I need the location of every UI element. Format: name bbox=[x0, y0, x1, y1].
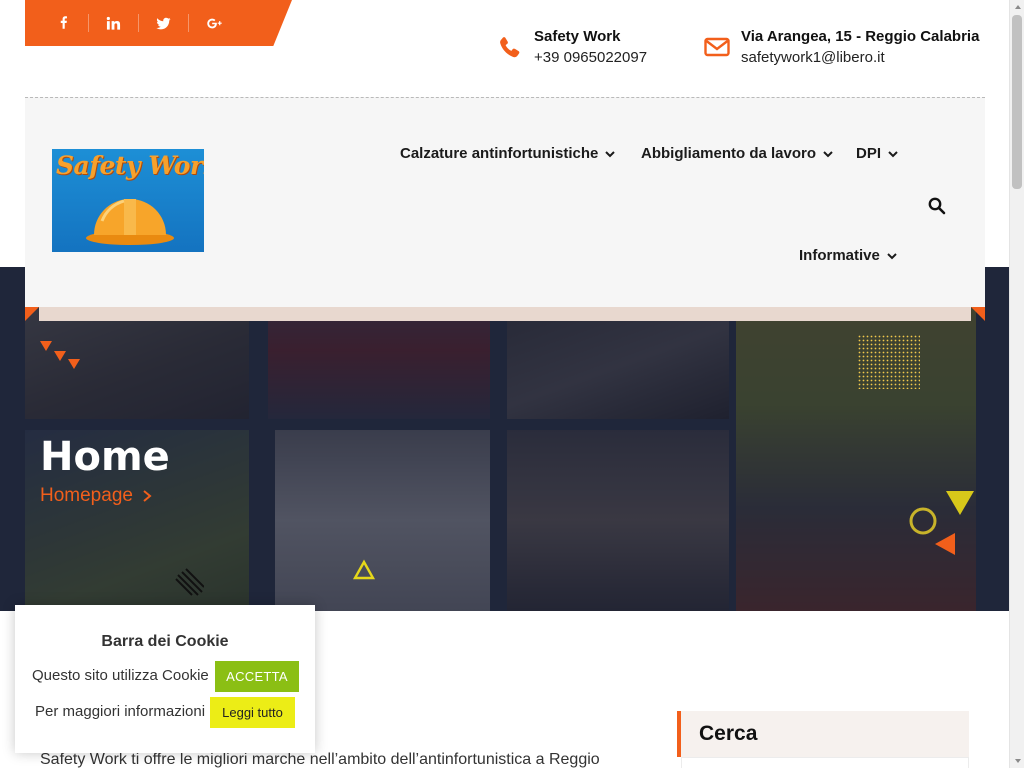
yellow-triangle-decoration-icon bbox=[946, 491, 974, 515]
google-plus-icon bbox=[206, 18, 222, 28]
phone-number[interactable]: +39 0965022097 bbox=[534, 47, 647, 69]
twitter-icon bbox=[156, 17, 171, 29]
search-widget-title: Cerca bbox=[699, 722, 758, 745]
page-title: Home bbox=[40, 434, 170, 480]
nav-dpi-label: DPI bbox=[856, 145, 882, 162]
scrollbar-thumb[interactable] bbox=[1012, 15, 1022, 189]
facebook-icon bbox=[60, 15, 67, 29]
cookie-banner: Barra dei Cookie Questo sito utilizza Co… bbox=[15, 605, 315, 753]
orange-triangle-decoration-icon bbox=[935, 533, 955, 555]
address-text: Via Arangea, 15 - Reggio Calabria bbox=[741, 28, 980, 45]
nav-calzature[interactable]: Calzature antinfortunistiche bbox=[400, 145, 616, 162]
cookie-more-info-text: Per maggiori informazioni bbox=[35, 703, 206, 720]
nav-dpi[interactable]: DPI bbox=[856, 145, 899, 162]
corner-right-decoration bbox=[971, 307, 985, 321]
chevron-down-icon bbox=[605, 150, 616, 157]
phone-icon bbox=[496, 33, 524, 61]
dot-grid-decoration-icon bbox=[858, 335, 920, 389]
chevron-down-icon bbox=[888, 150, 898, 157]
contact-email: Via Arangea, 15 - Reggio Calabria safety… bbox=[703, 27, 979, 69]
nav-informative-label: Informative bbox=[799, 247, 880, 264]
intro-text: Safety Work ti offre le migliori marche … bbox=[40, 751, 600, 768]
chevron-down-icon bbox=[823, 150, 833, 157]
envelope-icon bbox=[703, 33, 731, 61]
chevron-right-icon bbox=[143, 490, 152, 502]
site-logo[interactable]: Safety Work bbox=[52, 149, 204, 252]
breadcrumb[interactable]: Homepage bbox=[40, 485, 153, 507]
arrow-down-icon bbox=[1014, 759, 1021, 763]
nav-abbigliamento[interactable]: Abbigliamento da lavoro bbox=[641, 145, 834, 162]
cookie-message: Questo sito utilizza Cookie bbox=[32, 667, 209, 684]
chevron-down-icon bbox=[887, 252, 897, 259]
search-widget-body bbox=[681, 757, 969, 768]
hard-hat-icon bbox=[86, 199, 174, 245]
triangles-decoration-icon bbox=[40, 341, 80, 369]
nav-abbigliamento-label: Abbigliamento da lavoro bbox=[641, 145, 817, 162]
stripes-decoration-icon bbox=[175, 568, 204, 596]
search-icon bbox=[928, 197, 946, 215]
nav-informative[interactable]: Informative bbox=[799, 247, 898, 264]
linkedin-link[interactable] bbox=[89, 14, 139, 32]
read-more-button[interactable]: Leggi tutto bbox=[210, 697, 295, 728]
twitter-link[interactable] bbox=[139, 14, 189, 32]
accept-cookies-button[interactable]: ACCETTA bbox=[215, 661, 299, 692]
linkedin-icon bbox=[106, 16, 121, 30]
vertical-scrollbar[interactable] bbox=[1009, 0, 1024, 768]
breadcrumb-home-link[interactable]: Homepage bbox=[40, 485, 133, 507]
phone-title: Safety Work bbox=[534, 28, 621, 45]
triangle-outline-decoration-icon bbox=[352, 559, 376, 580]
facebook-link[interactable] bbox=[39, 14, 89, 32]
header-bottom-strip bbox=[39, 307, 971, 321]
main-header: Safety Work Calzature antinfortunistiche… bbox=[25, 97, 985, 307]
nav-calzature-label: Calzature antinfortunistiche bbox=[400, 145, 599, 162]
contact-phone: Safety Work +39 0965022097 bbox=[496, 27, 647, 69]
search-widget-header: Cerca bbox=[677, 711, 969, 757]
page: Safety Work +39 0965022097 Via Arangea, … bbox=[0, 0, 1024, 768]
google-plus-link[interactable] bbox=[189, 14, 239, 32]
search-button[interactable] bbox=[926, 195, 948, 217]
arrow-up-icon bbox=[1014, 5, 1021, 9]
cookie-title: Barra dei Cookie bbox=[101, 633, 229, 650]
scroll-up-arrow[interactable] bbox=[1010, 0, 1024, 14]
email-address[interactable]: safetywork1@libero.it bbox=[741, 47, 979, 69]
corner-left-decoration bbox=[25, 307, 39, 321]
logo-text: Safety Work bbox=[56, 151, 204, 180]
social-bar bbox=[25, 0, 292, 46]
scroll-down-arrow[interactable] bbox=[1010, 754, 1024, 768]
